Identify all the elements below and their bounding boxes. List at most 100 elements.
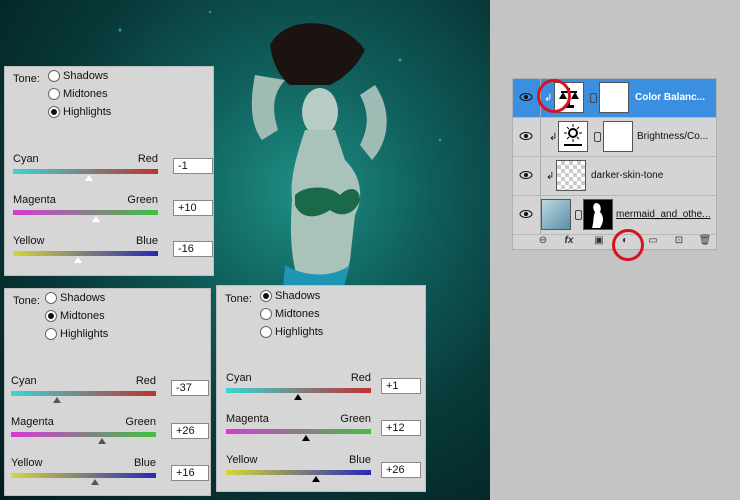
value-field[interactable]: +26 [381,462,421,478]
radio-button[interactable] [45,292,57,304]
layer-mask-thumbnail[interactable] [603,121,633,152]
slider-right-label: Blue [135,235,158,247]
value-field[interactable]: -1 [173,158,213,174]
visibility-toggle[interactable] [513,196,541,234]
folder-icon[interactable]: ▭ [645,235,661,247]
tone-label: Tone: [225,293,252,305]
radio-shadows[interactable]: Shadows [45,292,105,304]
trash-icon[interactable]: 🗑 [697,235,713,247]
chain-link-icon[interactable] [575,210,582,220]
radio-button-selected[interactable] [45,310,57,322]
mask-icon[interactable]: ▣ [591,235,607,247]
layer-name[interactable]: darker-skin-tone [591,170,663,181]
slider-track[interactable] [13,210,158,215]
value-field[interactable]: -16 [173,241,213,257]
radio-button[interactable] [48,88,60,100]
slider-thumb[interactable] [53,397,61,403]
radio-highlights[interactable]: Highlights [260,326,323,338]
link-icon[interactable]: ⊖ [535,235,551,247]
eye-icon[interactable] [519,168,533,182]
radio-midtones[interactable]: Midtones [48,88,108,100]
visibility-toggle[interactable] [513,157,541,195]
slider-thumb[interactable] [294,394,302,400]
slider-thumb[interactable] [92,216,100,222]
slider-right-label: Red [350,372,371,384]
radio-shadows[interactable]: Shadows [48,70,108,82]
layer-row-mermaid[interactable]: mermaid_and_othe... [513,196,716,235]
radio-button[interactable] [260,308,272,320]
fx-label: fx [564,235,574,246]
layer-mask-thumbnail[interactable] [583,199,613,230]
radio-label: Midtones [60,310,105,322]
radio-label: Highlights [63,106,112,118]
slider-track[interactable] [226,388,371,393]
radio-label: Midtones [275,308,320,320]
eye-icon[interactable] [519,207,533,221]
layer-row-darker-skin-tone[interactable]: ↲ darker-skin-tone [513,157,716,196]
brightness-icon [558,121,588,152]
slider-left-label: Magenta [226,413,269,425]
radio-highlights[interactable]: Highlights [45,328,108,340]
radio-label: Shadows [63,70,109,82]
color-balance-panel-shadows: Tone: Shadows Midtones Highlights Cyan R… [216,285,426,492]
layer-name[interactable]: Brightness/Co... [637,131,708,142]
value-field[interactable]: +1 [381,378,421,394]
clip-arrow-icon: ↲ [549,132,558,143]
chain-link-icon[interactable] [594,132,601,142]
slider-right-label: Red [137,153,158,165]
slider-left-label: Yellow [11,457,43,469]
color-balance-panel-highlights: Tone: Shadows Midtones Highlights Cyan R… [4,66,214,276]
slider-thumb[interactable] [312,476,320,482]
layer-name[interactable]: Color Balanc... [635,92,705,103]
radio-button-selected[interactable] [48,106,60,118]
layer-mask-thumbnail[interactable] [599,82,629,113]
radio-button-selected[interactable] [260,290,272,302]
color-balance-panel-midtones: Tone: Shadows Midtones Highlights Cyan R… [4,288,211,496]
layer-row-brightness[interactable]: ↲ Brightness/Co... [513,118,716,157]
radio-midtones[interactable]: Midtones [45,310,105,322]
new-layer-icon[interactable]: ⊡ [671,235,687,247]
eye-icon[interactable] [519,90,533,104]
slider-left-label: Magenta [11,416,54,428]
eye-icon[interactable] [519,129,533,143]
tone-label: Tone: [13,295,40,307]
radio-button[interactable] [45,328,57,340]
slider-track[interactable] [13,251,158,256]
slider-thumb[interactable] [302,435,310,441]
slider-track[interactable] [226,470,371,475]
transparent-thumbnail[interactable] [556,160,586,191]
value-field[interactable]: +10 [173,200,213,216]
slider-track[interactable] [13,169,158,174]
slider-track[interactable] [11,473,156,478]
value-field[interactable]: -37 [171,380,209,396]
slider-thumb[interactable] [98,438,106,444]
value-field[interactable]: +16 [171,465,209,481]
slider-left-label: Cyan [11,375,37,387]
fx-icon[interactable]: fx [561,235,577,247]
slider-track[interactable] [11,391,156,396]
slider-left-label: Magenta [13,194,56,206]
radio-shadows[interactable]: Shadows [260,290,320,302]
slider-right-label: Blue [133,457,156,469]
radio-label: Shadows [60,292,106,304]
slider-thumb[interactable] [91,479,99,485]
chain-link-icon[interactable] [590,93,597,103]
slider-right-label: Green [127,194,158,206]
value-field[interactable]: +26 [171,423,209,439]
radio-label: Highlights [60,328,109,340]
slider-thumb[interactable] [85,175,93,181]
slider-right-label: Red [135,375,156,387]
value-field[interactable]: +12 [381,420,421,436]
radio-button[interactable] [260,326,272,338]
highlight-circle-layer-icon [537,79,571,113]
radio-highlights[interactable]: Highlights [48,106,111,118]
radio-midtones[interactable]: Midtones [260,308,320,320]
visibility-toggle[interactable] [513,118,541,156]
layer-name[interactable]: mermaid_and_othe... [616,209,711,220]
radio-button[interactable] [48,70,60,82]
slider-thumb[interactable] [74,257,82,263]
radio-label: Shadows [275,290,321,302]
slider-track[interactable] [11,432,156,437]
slider-track[interactable] [226,429,371,434]
mermaid-thumbnail[interactable] [541,199,571,230]
